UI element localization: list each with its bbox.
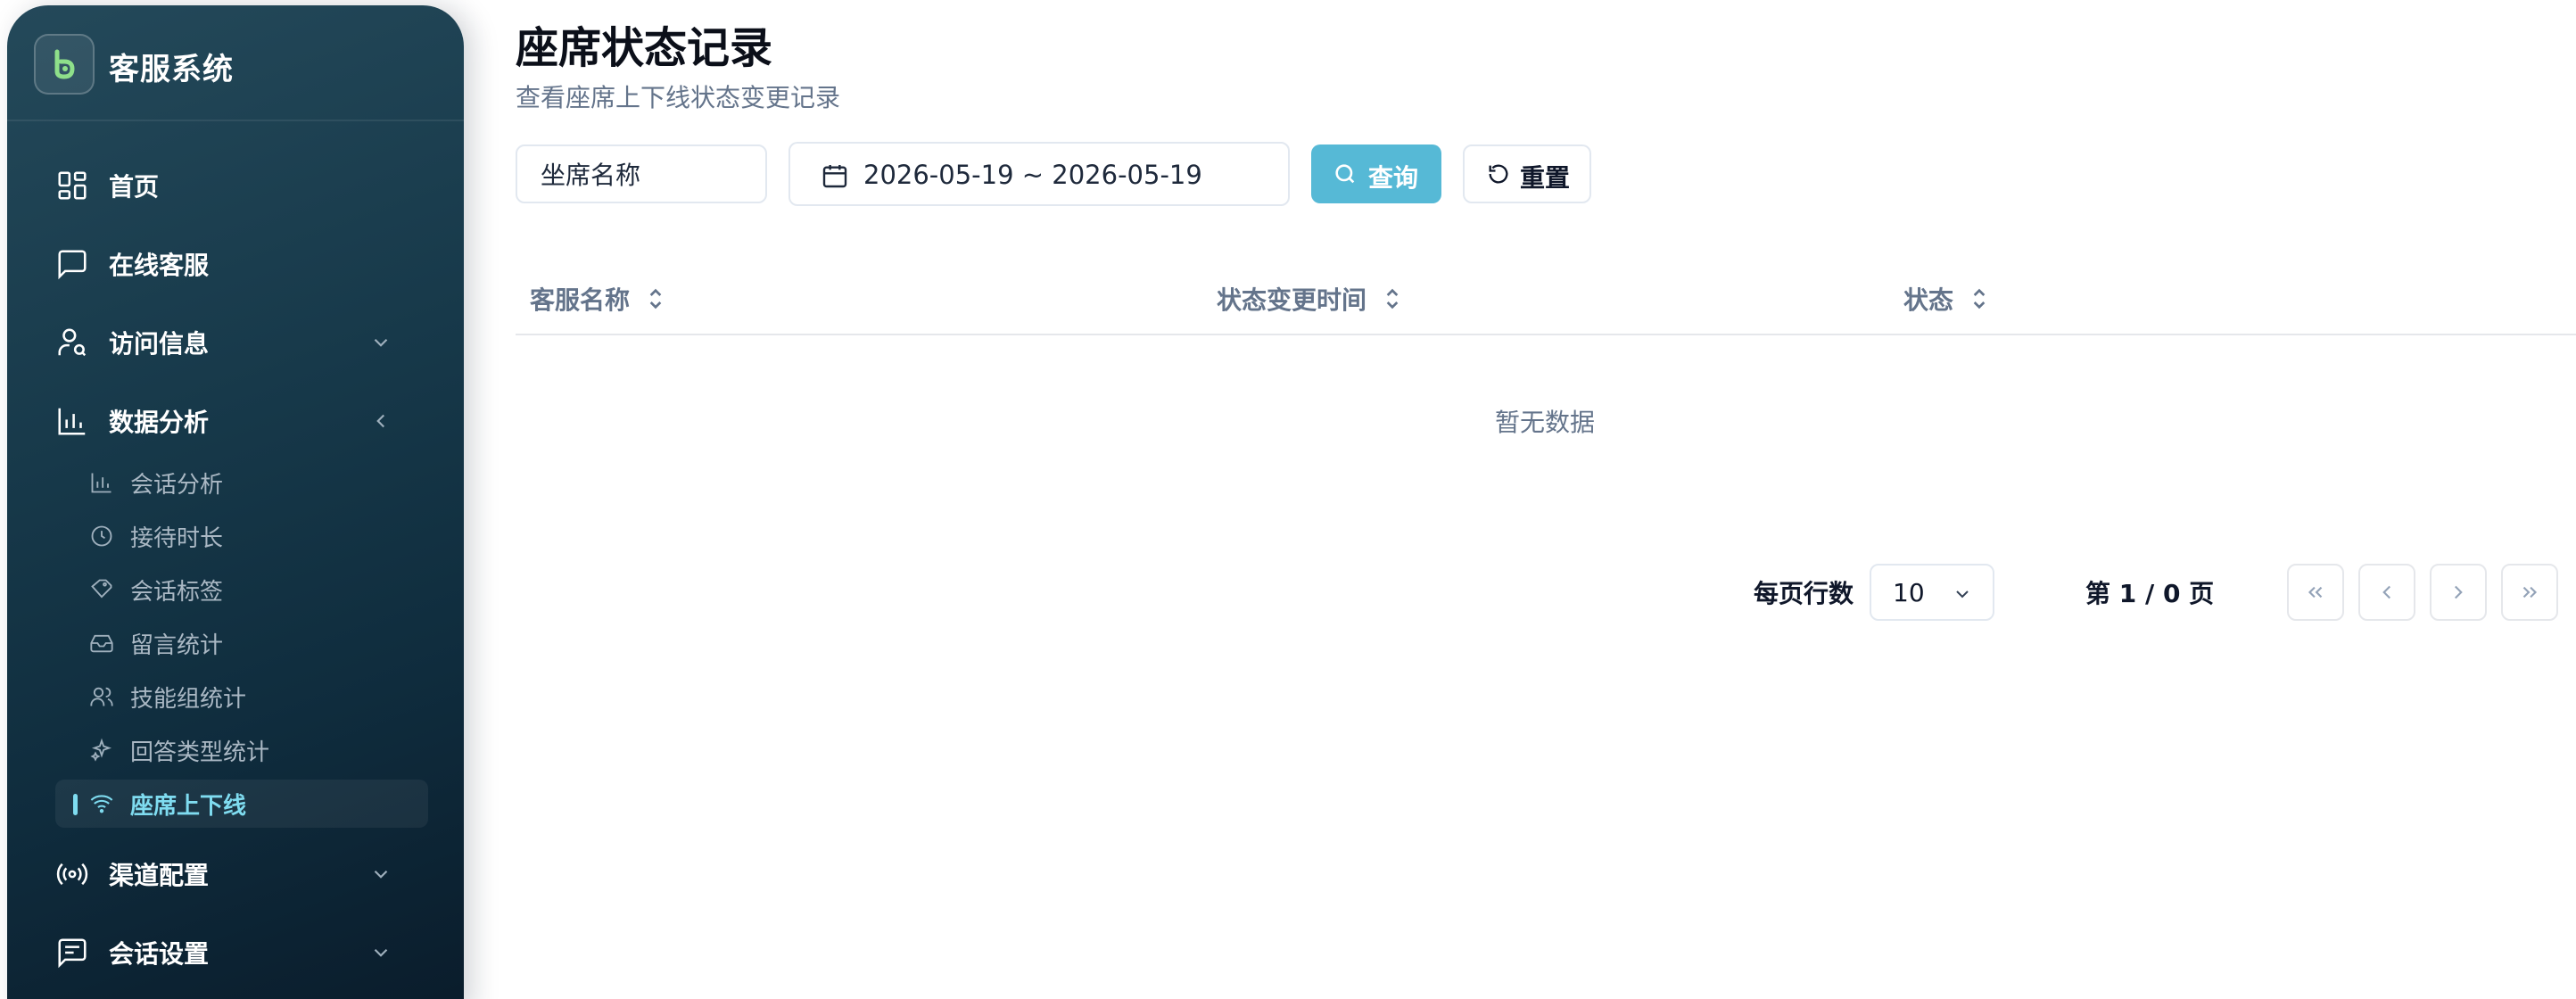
brand-title: 客服系统 (109, 52, 234, 87)
sidebar-subitem-agent-online-offline[interactable]: 座席上下线 (55, 780, 428, 828)
sidebar-item-label: 访问信息 (109, 329, 210, 359)
chevron-down-icon (374, 948, 388, 957)
date-range-picker[interactable]: 2026-05-19 ~ 2026-05-19 (788, 142, 1290, 206)
sidebar: 客服系统 首页 在线客服 访问信息 数据分析 会话分析 接待时长 会话标签 留言… (7, 5, 464, 999)
table-empty-state: 暂无数据 (1495, 408, 1596, 437)
sidebar-item-label: 渠道配置 (109, 861, 210, 890)
sidebar-subitem-label: 会话标签 (130, 578, 224, 606)
next-page-button[interactable] (2430, 564, 2487, 621)
search-icon (1335, 164, 1355, 184)
page-info: 第 1 / 0 页 (2085, 579, 2215, 608)
sidebar-item-label: 首页 (109, 172, 160, 202)
rows-per-page-select[interactable]: 10 (1870, 564, 1994, 621)
sidebar-subitem-label: 接待时长 (130, 524, 224, 552)
sidebar-subitem-label: 座席上下线 (130, 792, 247, 820)
sidebar-subitem-session-analysis[interactable]: 会话分析 (55, 458, 428, 507)
sidebar-subitem-session-tags[interactable]: 会话标签 (55, 566, 428, 614)
sidebar-item-channel-config[interactable]: 渠道配置 (34, 846, 417, 903)
chevron-down-icon (1956, 590, 1969, 599)
column-header-label: 状态变更时间 (1217, 285, 1367, 315)
query-button[interactable]: 查询 (1311, 144, 1441, 203)
last-page-button[interactable] (2501, 564, 2558, 621)
sidebar-subitem-message-stats[interactable]: 留言统计 (55, 619, 428, 667)
rows-per-page-label: 每页行数 (1754, 579, 1854, 608)
sidebar-subitem-skill-group-stats[interactable]: 技能组统计 (55, 673, 428, 721)
active-indicator (73, 794, 78, 815)
chevrons-right-icon (2522, 586, 2538, 599)
sort-icon (1973, 288, 1986, 310)
page-title: 座席状态记录 (516, 23, 773, 73)
inbox-icon (90, 634, 113, 653)
column-header-agent-name[interactable]: 客服名称 (530, 280, 665, 318)
chat-bot-logo-icon (34, 34, 95, 95)
user-search-icon (58, 328, 87, 357)
chevrons-left-icon (2308, 586, 2323, 599)
brand-header: 客服系统 (7, 5, 464, 121)
reset-button-label: 重置 (1520, 163, 1571, 193)
column-header-label: 客服名称 (530, 285, 631, 315)
sidebar-item-label: 在线客服 (109, 251, 210, 280)
bar-chart-icon (91, 473, 111, 493)
sidebar-item-visit-info[interactable]: 访问信息 (34, 314, 417, 371)
sidebar-item-label: 数据分析 (109, 408, 210, 437)
message-settings-icon (58, 938, 87, 969)
previous-page-button[interactable] (2358, 564, 2415, 621)
refresh-icon (1489, 164, 1508, 184)
column-header-label: 状态 (1903, 285, 1954, 315)
sidebar-item-online-service[interactable]: 在线客服 (34, 235, 417, 293)
chevron-left-icon (2382, 585, 2391, 599)
calendar-icon (822, 165, 847, 188)
table-header-divider (516, 334, 2576, 335)
chevron-down-icon (374, 870, 388, 879)
wifi-icon (90, 795, 113, 813)
rows-per-page-value: 10 (1893, 578, 1925, 607)
dashboard-icon (58, 171, 87, 200)
agent-name-placeholder: 坐席名称 (541, 161, 641, 190)
sidebar-subitem-label: 回答类型统计 (130, 739, 270, 766)
tags-icon (91, 579, 112, 599)
query-button-label: 查询 (1368, 163, 1419, 193)
sort-icon (649, 288, 662, 310)
sidebar-subitem-reception-duration[interactable]: 接待时长 (55, 512, 428, 560)
page-subtitle: 查看座席上下线状态变更记录 (516, 83, 841, 112)
chevron-down-icon (374, 338, 388, 347)
sidebar-subitem-label: 留言统计 (130, 632, 224, 659)
sidebar-item-home[interactable]: 首页 (34, 157, 417, 214)
clock-icon (91, 525, 112, 547)
sidebar-item-data-analysis[interactable]: 数据分析 (34, 392, 417, 450)
sidebar-item-session-settings[interactable]: 会话设置 (34, 924, 417, 981)
sidebar-subitem-label: 技能组统计 (130, 685, 247, 713)
first-page-button[interactable] (2287, 564, 2344, 621)
agent-name-input[interactable]: 坐席名称 (516, 144, 767, 203)
chevron-right-icon (2454, 585, 2463, 599)
sparkles-icon (90, 738, 112, 762)
sidebar-subitem-answer-type-stats[interactable]: 回答类型统计 (55, 726, 428, 774)
sidebar-item-label: 会话设置 (109, 939, 210, 969)
radio-broadcast-icon (56, 863, 88, 886)
column-header-status[interactable]: 状态 (1903, 280, 1989, 318)
bar-chart-icon (58, 408, 86, 435)
message-square-icon (58, 250, 87, 280)
sort-icon (1386, 288, 1399, 310)
column-header-status-change-time[interactable]: 状态变更时间 (1217, 280, 1402, 318)
reset-button[interactable]: 重置 (1463, 144, 1591, 203)
sidebar-subitem-label: 会话分析 (130, 471, 224, 499)
date-range-value: 2026-05-19 ~ 2026-05-19 (863, 160, 1202, 190)
users-icon (90, 687, 113, 706)
chevron-left-icon (376, 414, 385, 428)
